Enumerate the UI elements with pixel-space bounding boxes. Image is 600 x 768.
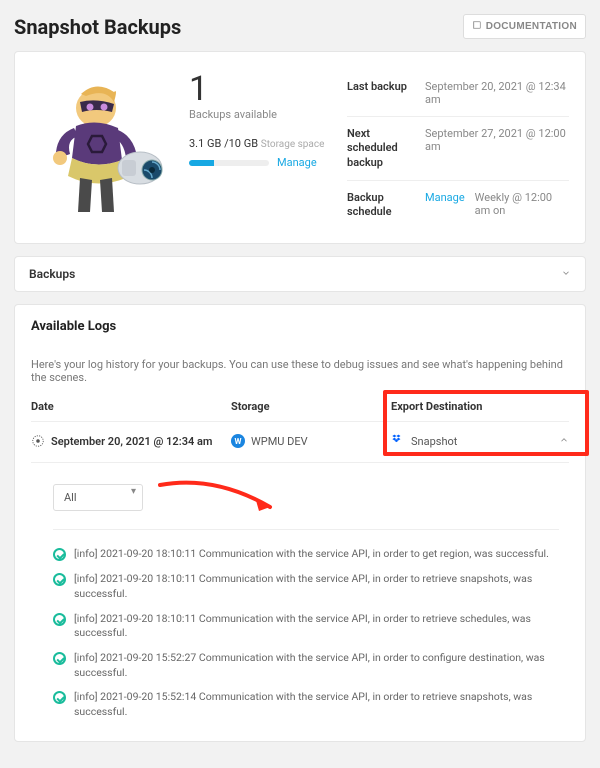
check-icon — [53, 548, 66, 561]
log-line: [info] 2021-09-20 18:10:11 Communication… — [53, 607, 559, 646]
next-backup-value: September 27, 2021 @ 12:00 am — [425, 127, 569, 153]
backup-count-label: Backups available — [189, 108, 339, 121]
schedule-label: Backup schedule — [347, 191, 417, 220]
log-filter-select[interactable]: All — [53, 484, 143, 511]
log-entry-row[interactable]: September 20, 2021 @ 12:34 am W WPMU DEV… — [31, 422, 569, 460]
backup-count: 1 — [189, 72, 339, 106]
logs-description: Here's your log history for your backups… — [31, 358, 569, 384]
page-title: Snapshot Backups — [14, 15, 181, 39]
check-icon — [53, 652, 66, 665]
check-icon — [53, 573, 66, 586]
col-header-storage: Storage — [231, 400, 391, 413]
log-line: [info] 2021-09-20 18:10:11 Communication… — [53, 567, 559, 606]
backups-accordion[interactable]: Backups — [14, 256, 586, 292]
manage-storage-link[interactable]: Manage — [277, 156, 317, 169]
annotation-arrow — [155, 477, 295, 517]
summary-card: 1 Backups available 3.1 GB /10 GB Storag… — [14, 51, 586, 244]
log-line: [info] 2021-09-20 18:10:11 Communication… — [53, 542, 559, 567]
col-header-export: Export Destination — [391, 400, 569, 413]
storage-label: Storage space — [261, 139, 325, 150]
storage-used: 3.1 GB — [189, 137, 221, 150]
last-backup-label: Last backup — [347, 80, 417, 106]
check-icon — [53, 613, 66, 626]
chevron-up-icon — [559, 435, 569, 448]
log-line: [info] 2021-09-20 15:52:14 Communication… — [53, 685, 559, 724]
col-header-date: Date — [31, 400, 231, 413]
log-details: All ▾ [info] 2021-09-20 18:10:11 Communi… — [31, 462, 569, 724]
storage-total: /10 GB — [224, 137, 258, 150]
book-icon — [472, 20, 482, 33]
log-date: September 20, 2021 @ 12:34 am — [51, 435, 212, 448]
log-export: Snapshot — [411, 435, 457, 448]
logs-card: Available Logs Here's your log history f… — [14, 304, 586, 741]
check-icon — [53, 691, 66, 704]
log-line: [info] 2021-09-20 15:52:27 Communication… — [53, 646, 559, 685]
next-backup-label: Next scheduled backup — [347, 127, 417, 170]
chevron-down-icon — [561, 267, 571, 281]
hero-image — [31, 66, 181, 229]
storage-progress — [189, 160, 269, 166]
snapshot-icon — [31, 434, 45, 448]
wpmudev-icon: W — [231, 434, 245, 448]
documentation-button[interactable]: DOCUMENTATION — [463, 14, 586, 39]
dropbox-icon — [391, 434, 405, 448]
schedule-value: Weekly @ 12:00 am on — [475, 191, 569, 217]
last-backup-value: September 20, 2021 @ 12:34 am — [425, 80, 569, 106]
log-storage: WPMU DEV — [251, 435, 308, 448]
logs-title: Available Logs — [15, 305, 585, 348]
manage-schedule-link[interactable]: Manage — [425, 191, 465, 204]
